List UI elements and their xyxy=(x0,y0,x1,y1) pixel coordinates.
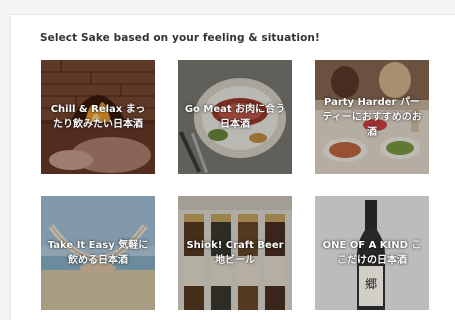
tile-chill-relax[interactable]: Chill & Relax まったり飲みたい日本酒 xyxy=(41,60,155,174)
tile-take-it-easy[interactable]: Take It Easy 気軽に飲める日本酒 xyxy=(41,196,155,310)
tile-label: Go Meat お肉に合う日本酒 xyxy=(184,104,286,130)
section-heading: Select Sake based on your feeling & situ… xyxy=(40,32,320,44)
tile-label: Take It Easy 気軽に飲める日本酒 xyxy=(47,240,149,266)
tile-label: Chill & Relax まったり飲みたい日本酒 xyxy=(50,104,146,130)
tile-label: Party Harder パーティーにおすすめのお酒 xyxy=(322,96,422,138)
tile-one-of-a-kind[interactable]: 郷 ONE OF A KIND ここだけの日本酒 xyxy=(315,196,429,310)
tile-go-meat[interactable]: Go Meat お肉に合う日本酒 xyxy=(178,60,292,174)
tile-party-harder[interactable]: Party Harder パーティーにおすすめのお酒 xyxy=(315,60,429,174)
tile-label: ONE OF A KIND ここだけの日本酒 xyxy=(322,240,422,266)
tile-craft-beer[interactable]: Shiok! Craft Beer 地ビール xyxy=(178,196,292,310)
tile-label: Shiok! Craft Beer 地ビール xyxy=(186,240,284,266)
